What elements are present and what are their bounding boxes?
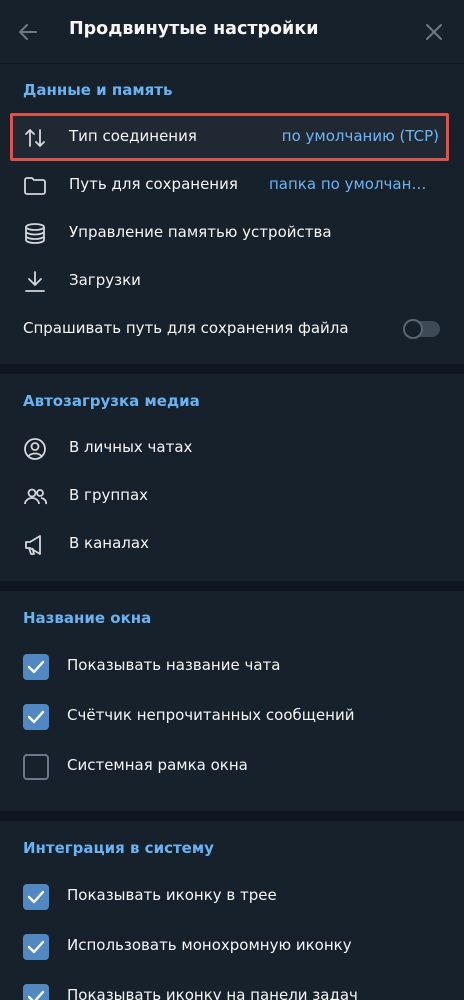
connection-type-label: Тип соединения xyxy=(69,127,197,145)
save-path-row[interactable]: Путь для сохранения папка по умолчанию xyxy=(0,161,464,209)
save-path-label: Путь для сохранения xyxy=(69,175,238,193)
section-separator xyxy=(0,364,464,374)
check-icon xyxy=(27,890,45,904)
downloads-row[interactable]: Загрузки xyxy=(0,257,464,305)
close-icon[interactable] xyxy=(420,18,448,46)
autodownload-private-row[interactable]: В личных чатах xyxy=(0,424,464,472)
section-separator xyxy=(0,811,464,821)
section-title-integration: Интеграция в систему xyxy=(23,839,214,857)
save-path-value: папка по умолчанию xyxy=(269,175,433,193)
autodownload-groups-label: В группах xyxy=(69,486,149,504)
autodownload-groups-row[interactable]: В группах xyxy=(0,472,464,520)
section-title-autodownload: Автозагрузка медиа xyxy=(23,392,200,410)
taskbar-icon-label: Показывать иконку на панели задач xyxy=(67,986,358,1000)
tray-icon-row[interactable]: Показывать иконку в трее xyxy=(0,871,464,921)
user-icon xyxy=(24,438,46,460)
check-icon xyxy=(27,710,45,724)
database-icon xyxy=(25,223,45,244)
ask-path-label: Спрашивать путь для сохранения файла xyxy=(23,319,349,337)
autodownload-private-label: В личных чатах xyxy=(69,438,193,456)
autodownload-channels-row[interactable]: В каналах xyxy=(0,520,464,568)
page-title: Продвинутые настройки xyxy=(69,19,319,39)
ask-path-toggle[interactable] xyxy=(403,319,440,339)
unread-counter-row[interactable]: Счётчик непрочитанных сообщений xyxy=(0,691,464,741)
connection-type-value: по умолчанию (TCP) xyxy=(281,127,439,145)
section-title-data-memory: Данные и память xyxy=(23,81,173,99)
storage-management-row[interactable]: Управление памятью устройства xyxy=(0,209,464,257)
megaphone-icon xyxy=(25,535,41,555)
downloads-label: Загрузки xyxy=(69,271,141,289)
check-icon xyxy=(27,990,45,1000)
show-chat-name-label: Показывать название чата xyxy=(67,656,281,674)
group-icon xyxy=(24,488,47,505)
system-frame-row[interactable]: Системная рамка окна xyxy=(0,741,464,791)
system-frame-checkbox[interactable] xyxy=(23,754,49,780)
taskbar-icon-checkbox[interactable] xyxy=(23,984,49,1000)
header: Продвинутые настройки xyxy=(0,0,464,64)
download-icon xyxy=(25,271,45,292)
unread-counter-checkbox[interactable] xyxy=(23,704,49,730)
storage-management-label: Управление памятью устройства xyxy=(69,223,332,241)
check-icon xyxy=(27,940,45,954)
unread-counter-label: Счётчик непрочитанных сообщений xyxy=(67,706,355,724)
folder-icon xyxy=(24,177,46,195)
arrow-left-icon[interactable] xyxy=(14,18,42,46)
monochrome-icon-row[interactable]: Использовать монохромную иконку xyxy=(0,921,464,971)
arrows-updown-icon xyxy=(25,129,45,147)
monochrome-icon-checkbox[interactable] xyxy=(23,934,49,960)
section-title-window-title: Название окна xyxy=(23,609,152,627)
show-chat-name-checkbox[interactable] xyxy=(23,654,49,680)
toggle-knob xyxy=(403,319,423,339)
section-separator xyxy=(0,581,464,591)
check-icon xyxy=(27,660,45,674)
system-frame-label: Системная рамка окна xyxy=(67,756,248,774)
tray-icon-checkbox[interactable] xyxy=(23,884,49,910)
taskbar-icon-row[interactable]: Показывать иконку на панели задач xyxy=(0,971,464,1000)
monochrome-icon-label: Использовать монохромную иконку xyxy=(67,936,352,954)
show-chat-name-row[interactable]: Показывать название чата xyxy=(0,641,464,691)
tray-icon-label: Показывать иконку в трее xyxy=(67,886,277,904)
ask-path-row[interactable]: Спрашивать путь для сохранения файла xyxy=(0,305,464,353)
autodownload-channels-label: В каналах xyxy=(69,534,149,552)
connection-type-row[interactable]: Тип соединения по умолчанию (TCP) xyxy=(0,113,464,161)
